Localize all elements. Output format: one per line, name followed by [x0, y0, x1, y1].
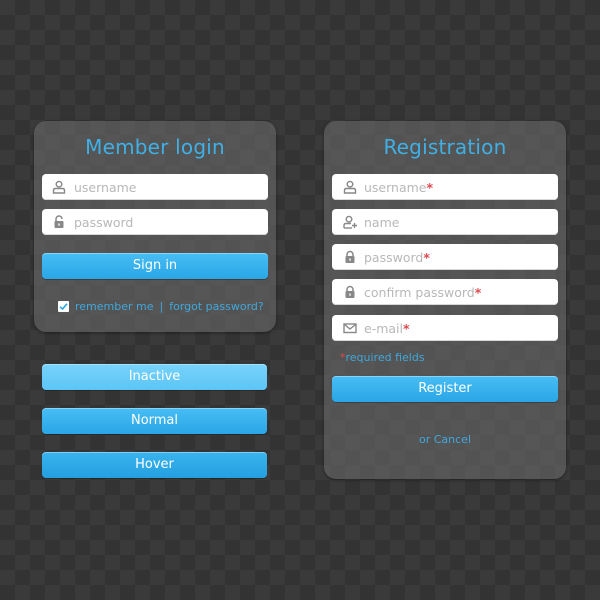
register-button[interactable]: Register	[332, 376, 558, 402]
user-icon	[52, 179, 66, 195]
reg-email-field[interactable]: e-mail*	[332, 315, 558, 341]
separator: |	[159, 300, 164, 313]
login-password-field[interactable]	[42, 209, 268, 235]
login-username-field[interactable]	[42, 174, 268, 200]
checkmark-icon	[59, 303, 68, 311]
reg-name-placeholder: name	[364, 214, 400, 230]
normal-button[interactable]: Normal	[42, 408, 267, 434]
remember-row: remember me | forgot password?	[58, 300, 264, 313]
reg-password-field[interactable]: password*	[332, 244, 558, 270]
user-icon	[342, 179, 358, 195]
reg-username-field[interactable]: username*	[332, 174, 558, 200]
login-username-input[interactable]	[74, 174, 268, 200]
reg-confirm-password-field[interactable]: confirm password*	[332, 279, 558, 305]
reg-name-field[interactable]: name	[332, 209, 558, 235]
registration-panel: Registration username* name password* co…	[324, 121, 566, 479]
mail-icon	[342, 320, 358, 336]
login-password-input[interactable]	[74, 209, 268, 235]
remember-me-checkbox[interactable]	[58, 301, 69, 312]
add-user-icon	[342, 214, 358, 230]
lock-icon	[342, 284, 358, 300]
lock-icon	[342, 249, 358, 265]
forgot-password-link[interactable]: forgot password?	[169, 300, 264, 313]
member-login-panel: Member login Sign in remember me | forgo…	[34, 121, 276, 332]
sign-in-button[interactable]: Sign in	[42, 253, 268, 279]
reg-confirm-password-placeholder: confirm password*	[364, 284, 482, 300]
required-fields-note: *required fields	[340, 351, 425, 364]
hover-button[interactable]: Hover	[42, 452, 267, 478]
login-title: Member login	[85, 135, 225, 159]
reg-email-placeholder: e-mail*	[364, 320, 410, 336]
reg-username-placeholder: username*	[364, 179, 434, 195]
remember-me-label[interactable]: remember me	[75, 300, 154, 313]
registration-title: Registration	[383, 135, 507, 159]
unlock-icon	[52, 214, 66, 230]
cancel-link[interactable]: or Cancel	[324, 433, 566, 446]
inactive-button[interactable]: Inactive	[42, 364, 267, 390]
reg-password-placeholder: password*	[364, 249, 430, 265]
